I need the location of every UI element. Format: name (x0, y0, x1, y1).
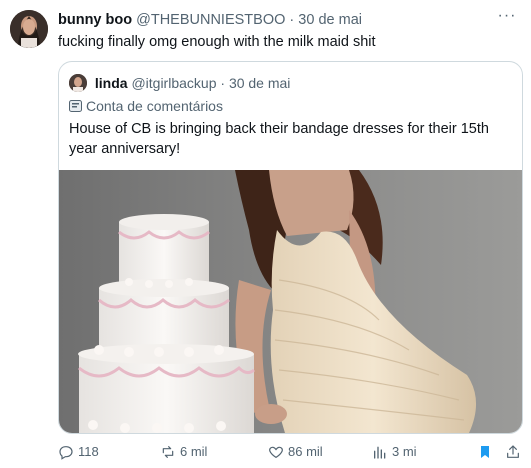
heart-icon (269, 446, 283, 459)
quoted-author-name[interactable]: linda (95, 75, 128, 91)
quoted-avatar[interactable] (69, 74, 87, 92)
reply-count: 118 (78, 444, 99, 459)
views-button[interactable]: 3 mi (372, 442, 417, 462)
tweet-actions: 118 6 mil 86 mil 3 mi (58, 442, 521, 462)
analytics-icon (374, 446, 386, 459)
reply-button[interactable]: 118 (58, 442, 99, 462)
quoted-image[interactable] (59, 170, 522, 433)
quoted-header: linda @itgirlbackup · 30 de mai (69, 74, 290, 92)
shield-icon (69, 98, 82, 112)
like-count: 86 mil (288, 444, 323, 459)
share-icon (507, 445, 519, 458)
commentary-account-text: Conta de comentários (86, 98, 223, 114)
tweet-text: fucking finally omg enough with the milk… (58, 34, 376, 50)
more-horizontal-icon[interactable]: ··· (495, 6, 519, 26)
repost-count: 6 mil (180, 444, 208, 459)
tweet-header: bunny boo @THEBUNNIESTBOO · 30 de mai (58, 11, 491, 29)
header-separator: · (289, 12, 295, 28)
reply-icon (59, 446, 73, 460)
share-button[interactable] (505, 442, 525, 462)
tweet-date[interactable]: 30 de mai (298, 12, 362, 28)
repost-button[interactable]: 6 mil (160, 442, 207, 462)
author-name[interactable]: bunny boo (58, 12, 132, 28)
bookmark-button[interactable] (477, 442, 497, 462)
quoted-text: House of CB is bringing back their banda… (69, 121, 489, 157)
author-avatar[interactable] (10, 10, 48, 48)
quoted-date[interactable]: 30 de mai (229, 75, 290, 91)
bookmark-icon (481, 446, 489, 458)
commentary-account-label: Conta de comentários (69, 97, 223, 115)
quoted-tweet[interactable]: linda @itgirlbackup · 30 de mai Conta de… (58, 61, 523, 434)
cake-and-dress-photo (59, 170, 522, 433)
quoted-separator: · (220, 75, 226, 91)
views-count: 3 mi (392, 444, 417, 459)
like-button[interactable]: 86 mil (268, 442, 323, 462)
author-handle[interactable]: @THEBUNNIESTBOO (136, 12, 285, 28)
quoted-author-handle[interactable]: @itgirlbackup (131, 75, 216, 91)
tweet[interactable]: bunny boo @THEBUNNIESTBOO · 30 de mai ··… (0, 0, 531, 468)
repost-icon (162, 446, 174, 458)
